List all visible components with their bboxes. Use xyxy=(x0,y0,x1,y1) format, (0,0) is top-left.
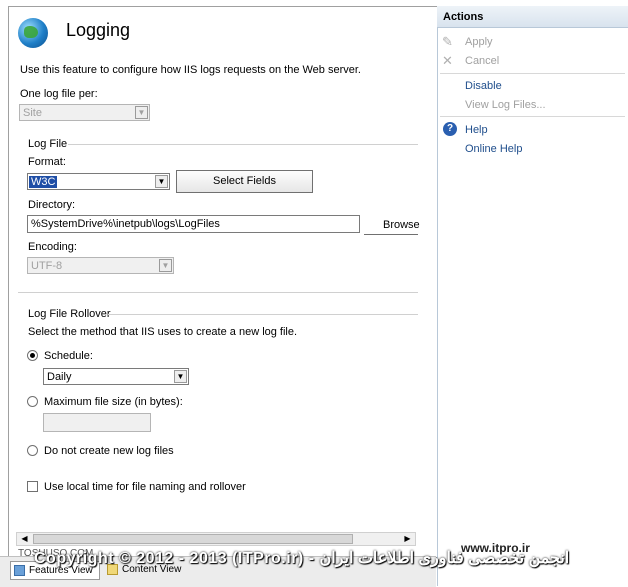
select-fields-button[interactable]: Select Fields xyxy=(176,170,313,193)
one-log-file-label: One log file per: xyxy=(20,88,98,100)
scroll-left-icon[interactable]: ◀ xyxy=(18,533,31,545)
max-size-label: Maximum file size (in bytes): xyxy=(44,396,183,408)
globe-icon xyxy=(18,18,48,48)
local-time-checkbox[interactable] xyxy=(27,481,38,492)
one-log-file-value: Site xyxy=(23,107,42,119)
directory-input[interactable]: %SystemDrive%\inetpub\logs\LogFiles xyxy=(27,215,360,233)
one-log-file-select[interactable]: Site ▼ xyxy=(19,104,150,121)
features-view-icon xyxy=(14,565,25,576)
encoding-value: UTF-8 xyxy=(31,260,63,272)
chevron-down-icon: ▼ xyxy=(174,370,187,383)
actions-title: Actions xyxy=(443,11,484,23)
chevron-down-icon: ▼ xyxy=(135,106,148,119)
rollover-group-label: Log File Rollover xyxy=(28,308,111,320)
view-log-files-action[interactable]: View Log Files... xyxy=(465,99,546,111)
format-value: W3C xyxy=(29,176,58,188)
rollover-description: Select the method that IIS uses to creat… xyxy=(28,326,298,338)
apply-action[interactable]: Apply xyxy=(465,36,493,48)
divider xyxy=(68,144,418,145)
schedule-select[interactable]: Daily ▼ xyxy=(43,368,189,385)
disable-action[interactable]: Disable xyxy=(465,80,502,92)
copyright-text: Copyright © 2012 - 2013 (ITPro.ir) - انج… xyxy=(34,550,570,567)
max-size-input[interactable] xyxy=(43,413,151,432)
help-action[interactable]: Help xyxy=(465,124,488,136)
online-help-action[interactable]: Online Help xyxy=(465,143,522,155)
divider xyxy=(108,314,418,315)
divider xyxy=(440,73,625,74)
divider xyxy=(364,234,418,235)
schedule-label: Schedule: xyxy=(44,350,93,362)
chevron-down-icon: ▼ xyxy=(155,175,168,188)
page-title: Logging xyxy=(66,20,131,40)
format-label: Format: xyxy=(28,156,66,168)
page-description: Use this feature to configure how IIS lo… xyxy=(20,64,361,76)
scroll-right-icon[interactable]: ▶ xyxy=(401,533,414,545)
cancel-icon: ✕ xyxy=(442,53,453,68)
actions-pane xyxy=(437,6,628,586)
cancel-action[interactable]: Cancel xyxy=(465,55,499,67)
actions-header: Actions xyxy=(437,6,628,28)
directory-value: %SystemDrive%\inetpub\logs\LogFiles xyxy=(31,218,220,230)
local-time-label: Use local time for file naming and rollo… xyxy=(44,481,246,493)
divider xyxy=(440,116,625,117)
format-select[interactable]: W3C ▼ xyxy=(27,173,170,190)
schedule-value: Daily xyxy=(47,371,72,383)
encoding-select[interactable]: UTF-8 ▼ xyxy=(27,257,174,274)
max-size-radio[interactable] xyxy=(27,396,38,407)
directory-label: Directory: xyxy=(28,199,76,211)
horizontal-scrollbar[interactable]: ◀ ▶ xyxy=(16,532,416,546)
schedule-radio[interactable] xyxy=(27,350,38,361)
apply-icon: ✎ xyxy=(442,34,453,49)
chevron-down-icon: ▼ xyxy=(159,259,172,272)
scroll-thumb[interactable] xyxy=(33,534,353,544)
log-file-group-label: Log File xyxy=(28,138,68,150)
help-icon: ? xyxy=(443,122,457,136)
browse-button[interactable]: Browse xyxy=(383,219,420,231)
divider xyxy=(18,292,418,293)
encoding-label: Encoding: xyxy=(28,241,77,253)
no-new-log-label: Do not create new log files xyxy=(44,445,174,457)
no-new-log-radio[interactable] xyxy=(27,445,38,456)
